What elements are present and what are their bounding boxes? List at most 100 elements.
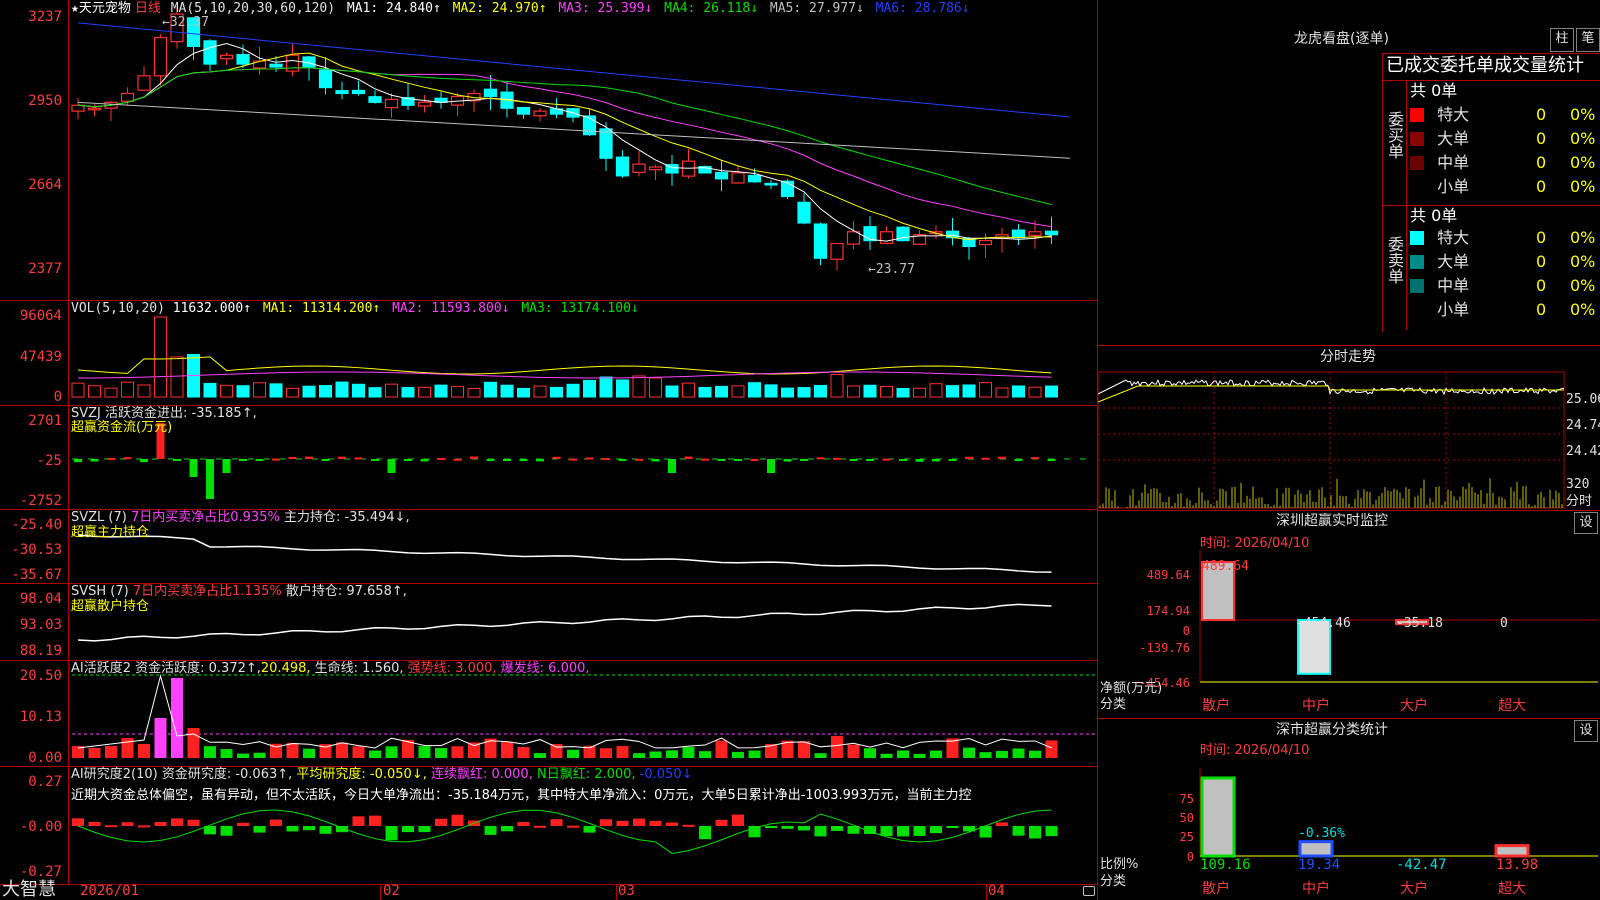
color-swatch xyxy=(1410,255,1424,269)
volume-bar xyxy=(170,356,184,398)
sz-monitor-unit: 净额(万元) xyxy=(1100,681,1163,696)
candle xyxy=(203,40,217,65)
candle xyxy=(714,171,729,180)
volume-ma2: MA2: 11593.800↓ xyxy=(392,301,510,316)
svzl-label: SVZL (7) xyxy=(71,510,131,525)
research-bar xyxy=(352,816,365,826)
candle xyxy=(351,89,366,95)
volume-bar xyxy=(104,387,118,398)
ma-line xyxy=(77,67,1052,228)
flow-bar xyxy=(470,456,478,459)
fenshi-title: 分时走势 xyxy=(1320,349,1376,365)
volume-bar xyxy=(814,384,827,398)
active-bar xyxy=(336,742,348,758)
volume-bar xyxy=(896,387,910,398)
volume-bar xyxy=(220,384,233,398)
ai-research-tick: 0.27 xyxy=(28,774,62,790)
order-row: 特大 0 0% xyxy=(1410,106,1600,124)
color-swatch xyxy=(1410,156,1424,170)
volume-ma3: MA3: 13174.100↓ xyxy=(521,301,639,316)
tick-mode-button[interactable]: 笔 xyxy=(1576,28,1600,52)
date-tick: 03 xyxy=(618,883,635,899)
flow-bar xyxy=(387,459,396,473)
flow-bar xyxy=(338,456,346,459)
ai-research-red: 连续飘红: 0.000, xyxy=(426,767,533,782)
active-bar xyxy=(748,750,761,758)
main-chart-area[interactable]: ★天元宠物 日线 MA(5,10,20,30,60,120) MA1: 24.84… xyxy=(0,0,1098,900)
ma4-value: MA4: 26.118↓ xyxy=(664,1,759,16)
active-bar xyxy=(204,746,216,758)
ai-active-header: AI活跃度2 资金活跃度: 0.372↑,20.498, 生命线: 1.560,… xyxy=(71,661,590,676)
svsh-header: SVSH (7) 7日内买卖净占比1.135% 散户持仓: 97.658↑, xyxy=(71,584,407,599)
buy-total: 共 0单 xyxy=(1410,81,1458,100)
right-panel: 龙虎看盘(逐单) 柱 笔 已成交委托单成交量统计 委买单 共 0单 特大 0 0… xyxy=(1098,0,1600,900)
candle xyxy=(120,92,135,102)
sz-class-value: -42.47 xyxy=(1396,857,1447,873)
active-bar xyxy=(1012,748,1025,758)
ma-line xyxy=(77,42,1052,242)
volume-bar xyxy=(665,385,679,398)
active-bar xyxy=(996,750,1008,758)
flow-bar xyxy=(899,459,907,461)
flow-bar xyxy=(849,459,858,461)
active-bar xyxy=(847,744,860,758)
sz-monitor-value: -454.46 xyxy=(1296,616,1351,631)
volume-bar xyxy=(368,387,382,398)
flow-bar xyxy=(305,456,313,459)
ai-active-tick: 10.13 xyxy=(19,709,62,725)
active-bar xyxy=(237,753,249,758)
sz-monitor-cat: 大户 xyxy=(1400,698,1428,714)
ai-research-nred: N日飘红: 2.000, xyxy=(532,767,636,782)
volume-ma1: MA1: 11314.200↑ xyxy=(262,301,381,316)
active-bar xyxy=(567,749,579,758)
flow-bar xyxy=(206,459,214,499)
class-bar xyxy=(1494,844,1530,858)
volume-bar xyxy=(385,383,398,398)
stock-name[interactable]: 天元宠物 xyxy=(79,1,131,16)
active-bar xyxy=(550,744,563,758)
flow-bar xyxy=(767,459,775,473)
vol-ma-line xyxy=(77,356,1052,375)
research-bar xyxy=(946,826,959,828)
volume-bar xyxy=(649,377,662,398)
volume-bar xyxy=(698,386,712,398)
sz-monitor-tick: 174.94 xyxy=(1146,604,1190,618)
active-bar xyxy=(880,753,893,758)
research-bar xyxy=(220,826,233,836)
active-bar xyxy=(798,741,810,758)
active-bar xyxy=(864,748,876,758)
bar-mode-button[interactable]: 柱 xyxy=(1550,28,1574,52)
flow-bar xyxy=(932,459,940,462)
volume-bar xyxy=(451,386,464,398)
volume-tick: 0 xyxy=(53,389,62,405)
ma5-value: MA5: 27.977↓ xyxy=(769,1,864,16)
candle xyxy=(368,96,382,103)
research-bar xyxy=(187,819,200,826)
period-label[interactable]: 日线 xyxy=(135,1,161,16)
order-row: 大单 0 0% xyxy=(1410,253,1600,271)
main-hold-line xyxy=(77,534,1052,573)
lock-icon[interactable] xyxy=(1083,886,1095,896)
sz-class-unit2: 分类 xyxy=(1100,874,1127,889)
order-size-label: 特大 xyxy=(1437,228,1470,247)
volume-bar xyxy=(335,381,349,398)
research-bar xyxy=(402,826,414,833)
research-bar xyxy=(237,822,249,826)
flow-bar xyxy=(717,459,726,461)
order-pct: 0% xyxy=(1570,252,1596,271)
brand-logo: 大智慧 xyxy=(2,879,56,900)
volume-bar xyxy=(847,385,860,398)
candle xyxy=(582,115,597,136)
active-bar xyxy=(352,746,365,758)
volume-bar xyxy=(269,383,283,398)
active-bar xyxy=(732,751,744,758)
research-bar xyxy=(303,826,315,831)
active-bar xyxy=(699,751,711,758)
svzl-tick: -35.67 xyxy=(11,567,62,583)
active-bar xyxy=(138,744,150,758)
research-bar xyxy=(369,815,381,826)
volume-bar xyxy=(863,384,877,398)
active-bar xyxy=(253,752,266,758)
ai-research-tick: -0.00 xyxy=(19,819,62,835)
research-bar xyxy=(666,822,678,826)
